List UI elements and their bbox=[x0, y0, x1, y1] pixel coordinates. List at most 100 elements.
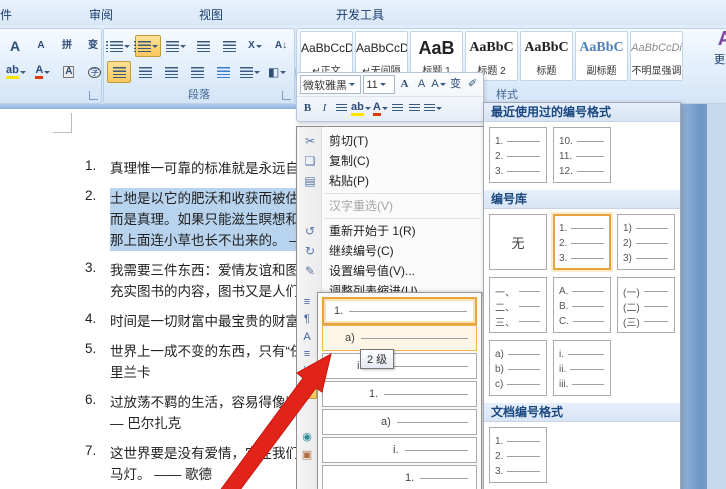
font-name-select[interactable]: 微软雅黑 bbox=[300, 75, 361, 94]
bold-icon: B bbox=[304, 103, 311, 114]
numbering-icon[interactable] bbox=[135, 35, 161, 57]
list-level-1[interactable]: 1. bbox=[322, 297, 477, 325]
sample-line bbox=[507, 456, 540, 457]
font-size-select[interactable]: 11 bbox=[363, 75, 395, 94]
list-level-6[interactable]: i. bbox=[322, 437, 477, 463]
font-color-icon[interactable]: A bbox=[31, 61, 55, 83]
numbering-format-option[interactable]: i.ii.iii. bbox=[553, 340, 611, 396]
sample-line bbox=[570, 369, 604, 370]
shrink-font-icon[interactable]: A bbox=[29, 35, 53, 57]
list-icon[interactable]: ≡ bbox=[299, 295, 315, 310]
number-marker: 3. bbox=[495, 466, 503, 477]
numbering-icon[interactable]: ≡ bbox=[299, 382, 317, 399]
vertical-scrollbar[interactable] bbox=[706, 104, 726, 489]
style-sample: AaBbCcDi bbox=[631, 36, 682, 60]
ribbon-tab-视图[interactable]: 视图 bbox=[193, 4, 229, 25]
align-right-icon[interactable] bbox=[159, 61, 183, 83]
sort-icon[interactable]: A↓ bbox=[269, 35, 293, 57]
text-highlight-icon[interactable]: ab bbox=[3, 61, 29, 83]
numbering-format-option[interactable]: (一)(二)(三) bbox=[617, 277, 675, 333]
numbering-format-option[interactable]: 无 bbox=[489, 214, 547, 270]
font-icon[interactable]: A bbox=[299, 330, 315, 345]
numbering-library-panel: 最近使用过的编号格式1.2.3.10.11.12.编号库无1.2.3.1)2)3… bbox=[483, 102, 681, 489]
bullets-icon[interactable] bbox=[107, 35, 133, 57]
list-level-5[interactable]: a) bbox=[322, 409, 477, 435]
decrease-indent-icon[interactable] bbox=[191, 35, 215, 57]
numbering-format-option[interactable]: 1.2.3. bbox=[489, 427, 547, 483]
lookup-icon[interactable]: ▣ bbox=[299, 448, 315, 463]
style-5[interactable]: AaBbC标题 bbox=[520, 31, 573, 81]
sample-line bbox=[572, 384, 604, 385]
numbering-format-option[interactable]: a)b)c) bbox=[489, 340, 547, 396]
bullets-icon[interactable]: ≡ bbox=[299, 347, 315, 362]
list-level-submenu: 1.a)i.1.a)i.1. bbox=[317, 292, 482, 489]
bullets-icon[interactable] bbox=[424, 100, 442, 118]
change-case-icon[interactable]: 变 bbox=[81, 35, 105, 57]
chevron-down-icon bbox=[124, 45, 130, 51]
copy-icon: ❏ bbox=[301, 151, 319, 171]
shrink-font-icon[interactable]: A bbox=[414, 76, 429, 94]
asian-layout-icon[interactable]: X bbox=[243, 35, 267, 57]
quick-styles-icon[interactable]: A bbox=[431, 76, 446, 94]
numbering-format-option[interactable]: 1.2.3. bbox=[489, 127, 547, 183]
format-painter-icon[interactable]: ✐ bbox=[465, 76, 480, 94]
menu-item[interactable]: ❏复制(C) bbox=[297, 151, 483, 171]
center-icon[interactable] bbox=[334, 100, 349, 118]
columns-icon[interactable]: ⋮⋮ bbox=[299, 364, 315, 379]
numbering-format-option[interactable]: 1)2)3) bbox=[617, 214, 675, 270]
sample-line bbox=[577, 141, 604, 142]
hyperlink-icon[interactable]: ◉ bbox=[299, 430, 315, 445]
phonetic-guide-icon: 变 bbox=[450, 79, 461, 90]
level-line bbox=[361, 338, 468, 339]
ribbon-tab-件[interactable]: 件 bbox=[0, 4, 18, 25]
line-spacing-icon[interactable] bbox=[237, 61, 263, 83]
menu-item[interactable]: ↺重新开始于 1(R) bbox=[297, 221, 483, 241]
font-color-icon[interactable]: A bbox=[373, 100, 388, 118]
increase-indent-icon[interactable] bbox=[217, 35, 241, 57]
menu-item[interactable]: ✎设置编号值(V)... bbox=[297, 261, 483, 281]
grow-font-icon[interactable]: A bbox=[3, 35, 27, 57]
align-center-icon[interactable] bbox=[133, 61, 157, 83]
menu-item[interactable]: ↻继续编号(C) bbox=[297, 241, 483, 261]
bold-icon[interactable]: B bbox=[300, 100, 315, 118]
ribbon-tab-开发工具[interactable]: 开发工具 bbox=[330, 4, 390, 25]
distributed-icon[interactable] bbox=[211, 61, 235, 83]
context-menu: ✂剪切(T)❏复制(C)▤粘贴(P)汉字重选(V)↺重新开始于 1(R)↻继续编… bbox=[296, 126, 484, 293]
numbering-format-option[interactable]: 10.11.12. bbox=[553, 127, 611, 183]
style-6[interactable]: AaBbC副标题 bbox=[575, 31, 628, 81]
list-level-2[interactable]: a) bbox=[322, 325, 477, 351]
increase-indent-icon[interactable] bbox=[407, 100, 422, 118]
ribbon-tab-审阅[interactable]: 审阅 bbox=[83, 4, 119, 25]
paste-icon: ▤ bbox=[301, 171, 319, 191]
bullets-icon bbox=[110, 41, 123, 52]
character-shading-icon[interactable]: A bbox=[57, 61, 81, 83]
phonetic-guide-icon[interactable]: 变 bbox=[448, 76, 463, 94]
grow-font-icon[interactable]: A bbox=[397, 76, 412, 94]
highlight-icon[interactable]: ab bbox=[351, 100, 371, 118]
list-level-7[interactable]: 1. bbox=[322, 465, 477, 489]
align-left-icon[interactable] bbox=[107, 61, 131, 83]
sample-line bbox=[576, 156, 604, 157]
decrease-indent-icon[interactable] bbox=[390, 100, 405, 118]
shading-icon[interactable]: ◧ bbox=[265, 61, 289, 83]
style-label: 不明显强调 bbox=[631, 62, 682, 77]
list-level-4[interactable]: 1. bbox=[322, 381, 477, 407]
list-level-3[interactable]: i. bbox=[322, 353, 477, 379]
paragraph-dialog-launcher[interactable] bbox=[282, 91, 291, 100]
numbering-format-option[interactable]: A.B.C. bbox=[553, 277, 611, 333]
style-sample: AaBbC bbox=[521, 36, 572, 60]
style-7[interactable]: AaBbCcDi 不明显强调 bbox=[630, 31, 683, 81]
menu-item[interactable]: ▤粘贴(P) bbox=[297, 171, 483, 191]
menu-item[interactable]: ✂剪切(T) bbox=[297, 131, 483, 151]
level-line bbox=[397, 422, 468, 423]
justify-icon[interactable] bbox=[185, 61, 209, 83]
change-styles-button[interactable]: A 更改 bbox=[710, 28, 726, 88]
paragraph-icon[interactable]: ¶ bbox=[299, 312, 315, 327]
numbering-format-option[interactable]: 1.2.3. bbox=[553, 214, 611, 270]
multilevel-list-icon[interactable] bbox=[163, 35, 189, 57]
phonetic-guide-icon[interactable]: 拼 bbox=[55, 35, 79, 57]
italic-icon[interactable]: I bbox=[317, 100, 332, 118]
font-dialog-launcher[interactable] bbox=[89, 91, 98, 100]
number-marker: ii. bbox=[559, 364, 566, 375]
numbering-format-option[interactable]: 一、二、三、 bbox=[489, 277, 547, 333]
